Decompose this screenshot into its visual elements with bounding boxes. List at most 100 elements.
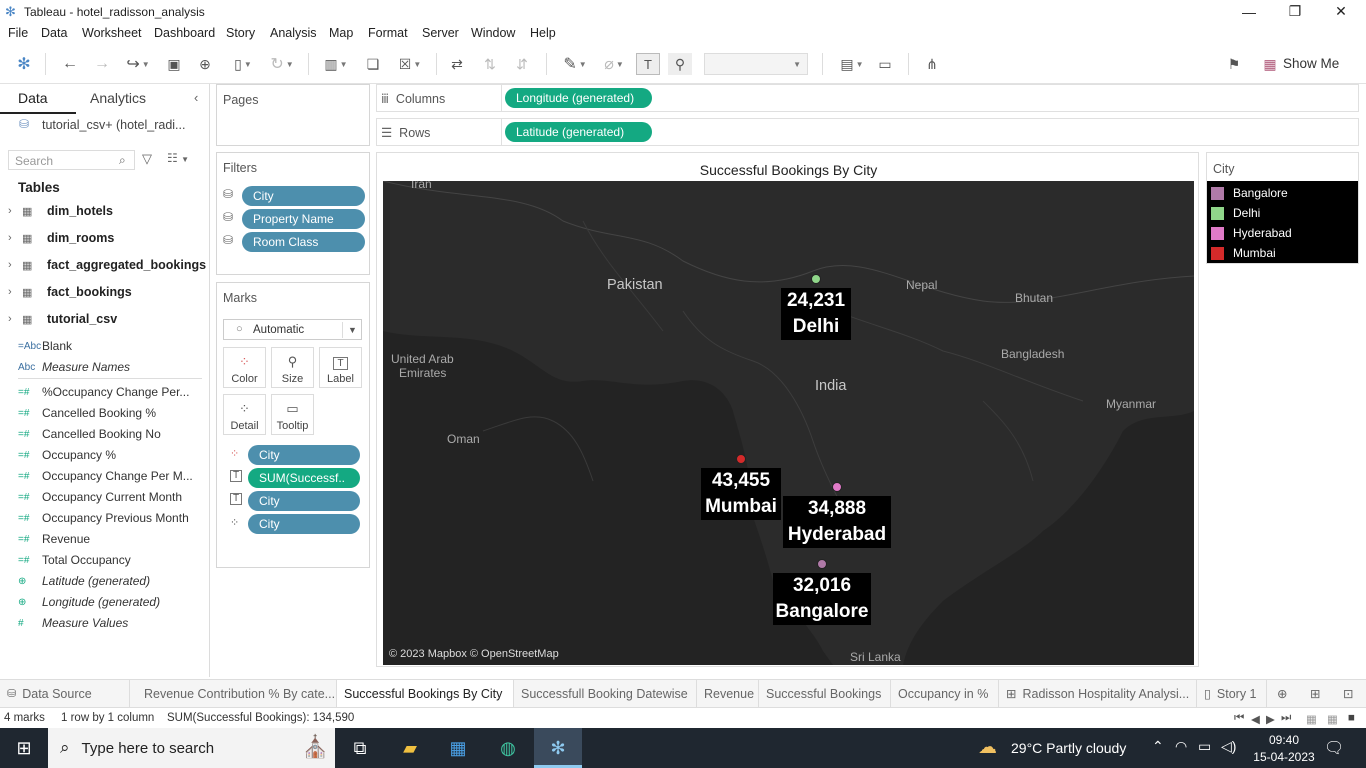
marks-pill-color-city[interactable]: City bbox=[248, 445, 360, 465]
color-button[interactable]: ⁘ Color bbox=[223, 347, 266, 388]
sheet-tab[interactable]: Occupancy in % bbox=[891, 680, 999, 707]
new-dashboard-tab-icon[interactable]: ⊞ bbox=[1303, 680, 1333, 707]
save-icon[interactable]: ▣ bbox=[162, 52, 186, 76]
map-point-mumbai[interactable] bbox=[736, 454, 746, 464]
sort-ascending-icon[interactable]: ⇅ bbox=[478, 52, 502, 76]
columns-shelf[interactable]: ⅲ Columns Longitude (generated) bbox=[376, 84, 1359, 112]
new-worksheet-icon[interactable]: ▥ ▼ bbox=[318, 52, 354, 76]
duplicate-sheet-icon[interactable]: ❏ bbox=[361, 52, 385, 76]
sheet-tab[interactable]: Revenue Contribution % By cate... bbox=[137, 680, 337, 707]
field-item[interactable]: =# Cancelled Booking % bbox=[18, 403, 156, 423]
size-button[interactable]: ⚲ Size bbox=[271, 347, 314, 388]
table-item[interactable]: › ▦ dim_rooms bbox=[8, 231, 114, 245]
swap-rows-columns-icon[interactable]: ⇄ bbox=[445, 52, 469, 76]
filter-pill-city[interactable]: City bbox=[242, 186, 365, 206]
tableau-home-icon[interactable]: ✻ bbox=[12, 52, 36, 76]
clock-date[interactable]: 15-04-2023 bbox=[1248, 750, 1320, 764]
weather-icon[interactable]: ☁ bbox=[978, 736, 997, 759]
battery-icon[interactable]: ▭ bbox=[1198, 738, 1211, 755]
highlight-icon[interactable]: ✎ ▼ bbox=[557, 52, 593, 76]
collapse-pane-icon[interactable]: ‹ bbox=[194, 90, 198, 105]
show-me-label[interactable]: Show Me bbox=[1283, 56, 1339, 71]
weather-text[interactable]: 29°C Partly cloudy bbox=[1011, 740, 1126, 756]
next-sheet-icon[interactable]: ▶ bbox=[1266, 712, 1275, 726]
file-explorer-icon[interactable]: ▰ bbox=[386, 728, 434, 768]
group-members-icon[interactable]: ⌀ ▼ bbox=[596, 52, 632, 76]
menu-window[interactable]: Window bbox=[471, 26, 515, 40]
map-point-bangalore[interactable] bbox=[817, 559, 827, 569]
marks-pill-label-sum[interactable]: SUM(Successf.. bbox=[248, 468, 360, 488]
menu-analysis[interactable]: Analysis bbox=[270, 26, 317, 40]
first-sheet-icon[interactable]: ⏮ bbox=[1234, 712, 1244, 725]
film-strip-icon[interactable]: ▦ bbox=[1306, 712, 1317, 726]
map-view[interactable]: Iran Pakistan Nepal Bhutan United Arab E… bbox=[383, 181, 1194, 665]
edge-browser-icon[interactable]: ◍ bbox=[484, 728, 532, 768]
menu-data[interactable]: Data bbox=[41, 26, 67, 40]
detail-button[interactable]: ⁘ Detail bbox=[223, 394, 266, 435]
field-item[interactable]: ⊕ Latitude (generated) bbox=[18, 571, 150, 591]
label-button[interactable]: T Label bbox=[319, 347, 362, 388]
field-item[interactable]: =# Occupancy % bbox=[18, 445, 116, 465]
columns-pill-longitude[interactable]: Longitude (generated) bbox=[505, 88, 652, 108]
table-item[interactable]: › ▦ fact_bookings bbox=[8, 285, 132, 299]
menu-worksheet[interactable]: Worksheet bbox=[82, 26, 142, 40]
map-point-hyderabad[interactable] bbox=[832, 482, 842, 492]
field-item[interactable]: =Abc Blank bbox=[18, 336, 72, 356]
chevron-up-icon[interactable]: ⌃ bbox=[1152, 738, 1164, 755]
rows-shelf[interactable]: ☰ Rows Latitude (generated) bbox=[376, 118, 1359, 146]
marks-pill-label-city[interactable]: City bbox=[248, 491, 360, 511]
presentation-mode-icon[interactable]: ▭ bbox=[873, 52, 897, 76]
search-input[interactable]: Search ⌕ bbox=[8, 150, 135, 170]
field-item[interactable]: # Measure Values bbox=[18, 613, 128, 633]
new-story-tab-icon[interactable]: ⊡ bbox=[1336, 680, 1366, 707]
pause-updates-icon[interactable]: ▯ ▼ bbox=[225, 52, 261, 76]
notifications-icon[interactable]: 🗨 bbox=[1324, 738, 1344, 758]
replay-icon[interactable]: ↪ ▼ bbox=[120, 52, 156, 76]
view-options-icon[interactable]: ☷ ▼ bbox=[167, 151, 189, 165]
dashboard-tab[interactable]: ⊞ Radisson Hospitality Analysi... bbox=[999, 680, 1197, 707]
sheet-tab[interactable]: Successful Bookings bbox=[759, 680, 891, 707]
close-button[interactable]: ✕ bbox=[1318, 0, 1364, 23]
field-item[interactable]: =# Occupancy Previous Month bbox=[18, 508, 189, 528]
legend-item-mumbai[interactable]: Mumbai bbox=[1211, 243, 1276, 263]
field-item[interactable]: =# %Occupancy Change Per... bbox=[18, 382, 189, 402]
table-item[interactable]: › ▦ dim_hotels bbox=[8, 204, 113, 218]
new-worksheet-tab-icon[interactable]: ⊕ bbox=[1270, 680, 1300, 707]
legend-item-delhi[interactable]: Delhi bbox=[1211, 203, 1260, 223]
table-item[interactable]: › ▦ tutorial_csv bbox=[8, 312, 117, 326]
legend-item-hyderabad[interactable]: Hyderabad bbox=[1211, 223, 1292, 243]
field-item[interactable]: =# Revenue bbox=[18, 529, 90, 549]
microsoft-store-icon[interactable]: ▦ bbox=[434, 728, 482, 768]
field-item[interactable]: =# Occupancy Current Month bbox=[18, 487, 182, 507]
filter-pill-property-name[interactable]: Property Name bbox=[242, 209, 365, 229]
menu-dashboard[interactable]: Dashboard bbox=[154, 26, 215, 40]
fit-dropdown[interactable]: ▼ bbox=[704, 53, 808, 75]
show-cards-icon[interactable]: ▤ ▼ bbox=[834, 52, 870, 76]
menu-format[interactable]: Format bbox=[368, 26, 408, 40]
share-icon[interactable]: ⋔ bbox=[920, 52, 944, 76]
field-item[interactable]: =# Cancelled Booking No bbox=[18, 424, 161, 444]
last-sheet-icon[interactable]: ⏭ bbox=[1281, 712, 1291, 725]
menu-story[interactable]: Story bbox=[226, 26, 255, 40]
field-item[interactable]: ⊕ Longitude (generated) bbox=[18, 592, 160, 612]
show-me-icon[interactable]: ▦ bbox=[1258, 52, 1282, 76]
prev-sheet-icon[interactable]: ◀ bbox=[1251, 712, 1260, 726]
taskbar-search-input[interactable]: ⌕ Type here to search ⛪ bbox=[48, 728, 335, 768]
new-data-source-icon[interactable]: ⊕ bbox=[193, 52, 217, 76]
sheet-tab-active[interactable]: Successful Bookings By City bbox=[337, 680, 514, 707]
tooltip-button[interactable]: ▭ Tooltip bbox=[271, 394, 314, 435]
redo-icon[interactable]: → bbox=[90, 52, 114, 76]
clock-time[interactable]: 09:40 bbox=[1258, 733, 1310, 747]
list-view-icon[interactable]: ■ bbox=[1348, 712, 1355, 724]
worksheet-title[interactable]: Successful Bookings By City bbox=[377, 162, 1200, 178]
grid-view-icon[interactable]: ▦ bbox=[1327, 712, 1338, 726]
restore-button[interactable]: ❐ bbox=[1272, 0, 1318, 23]
menu-help[interactable]: Help bbox=[530, 26, 556, 40]
menu-server[interactable]: Server bbox=[422, 26, 459, 40]
windows-start-icon[interactable]: ⊞ bbox=[0, 728, 48, 768]
sort-descending-icon[interactable]: ⇵ bbox=[510, 52, 534, 76]
task-view-icon[interactable]: ⧉ bbox=[336, 728, 384, 768]
volume-icon[interactable]: ◁) bbox=[1221, 738, 1236, 755]
rows-pill-latitude[interactable]: Latitude (generated) bbox=[505, 122, 652, 142]
menu-map[interactable]: Map bbox=[329, 26, 353, 40]
